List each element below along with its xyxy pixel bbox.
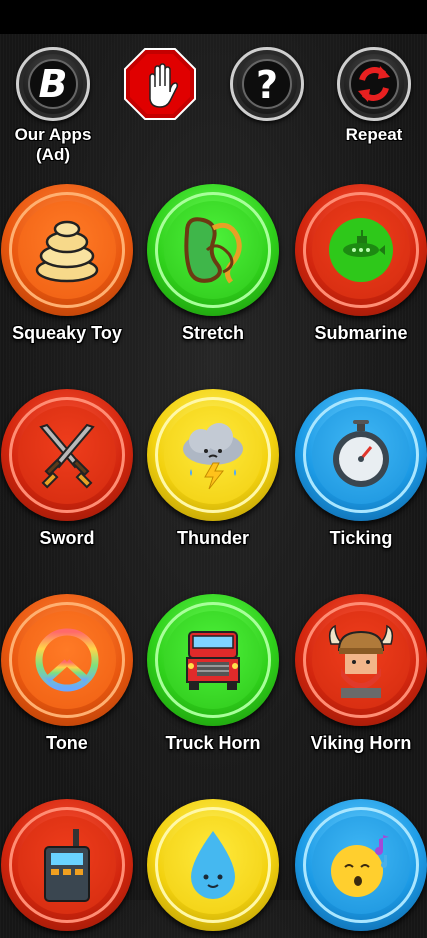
viking-horn-icon — [328, 624, 394, 698]
our-apps-button[interactable]: B — [16, 47, 90, 121]
sound-label: Ticking — [329, 528, 393, 548]
sound-label: Viking Horn — [310, 733, 412, 753]
sound-item-water-drop[interactable] — [143, 799, 283, 938]
sword-button[interactable] — [1, 389, 133, 521]
viking-horn-button[interactable] — [295, 594, 427, 726]
repeat-icon — [349, 59, 399, 109]
sound-item-viking-horn[interactable]: Viking Horn — [291, 594, 427, 754]
whistle-button[interactable] — [295, 799, 427, 931]
top-toolbar: B Our Apps (Ad) ? Repeat — [0, 34, 427, 184]
ticking-button[interactable] — [295, 389, 427, 521]
stop-hand-icon — [124, 48, 196, 120]
ticking-icon — [333, 420, 389, 487]
repeat-label: Repeat — [345, 125, 403, 144]
tone-icon — [35, 628, 99, 692]
sound-item-submarine[interactable]: Submarine — [291, 184, 427, 344]
stretch-icon — [184, 217, 242, 284]
sound-label: Tone — [46, 733, 88, 753]
sound-label: Submarine — [314, 323, 408, 343]
submarine-button[interactable] — [295, 184, 427, 316]
status-bar — [0, 0, 427, 34]
help-item[interactable]: ? — [217, 47, 317, 121]
repeat-button[interactable] — [337, 47, 411, 121]
sound-label: Thunder — [177, 528, 249, 548]
stop-button[interactable] — [123, 47, 197, 121]
water-drop-icon — [191, 831, 235, 899]
walkie-talkie-button[interactable] — [1, 799, 133, 931]
our-apps-label: Our Apps (Ad) — [14, 125, 92, 164]
sound-item-walkie-talkie[interactable] — [0, 799, 137, 938]
sound-item-ticking[interactable]: Ticking — [291, 389, 427, 549]
sound-item-tone[interactable]: Tone — [0, 594, 137, 754]
sound-item-whistle[interactable] — [291, 799, 427, 938]
sound-item-thunder[interactable]: Thunder — [143, 389, 283, 549]
water-drop-button[interactable] — [147, 799, 279, 931]
svg-text:B: B — [39, 62, 68, 106]
submarine-icon — [329, 218, 393, 282]
stretch-button[interactable] — [147, 184, 279, 316]
whistle-icon — [331, 835, 389, 897]
sound-label: Sword — [39, 528, 95, 548]
sword-icon — [39, 423, 95, 489]
thunder-button[interactable] — [147, 389, 279, 521]
squeaky-toy-button[interactable] — [1, 184, 133, 316]
svg-text:?: ? — [256, 63, 278, 107]
walkie-talkie-icon — [44, 829, 90, 902]
stop-item[interactable] — [110, 47, 210, 121]
repeat-item[interactable]: Repeat — [324, 47, 424, 145]
sound-label: Squeaky Toy — [12, 323, 122, 343]
our-apps-item[interactable]: B Our Apps (Ad) — [3, 47, 103, 165]
sound-item-truck-horn[interactable]: Truck Horn — [143, 594, 283, 754]
truck-horn-button[interactable] — [147, 594, 279, 726]
b-logo-icon: B — [28, 59, 78, 109]
sound-item-stretch[interactable]: Stretch — [143, 184, 283, 344]
sound-item-squeaky-toy[interactable]: Squeaky Toy — [0, 184, 137, 344]
sound-label: Truck Horn — [165, 733, 261, 753]
tone-button[interactable] — [1, 594, 133, 726]
thunder-icon — [183, 423, 243, 490]
squeaky-toy-icon — [35, 220, 99, 283]
sound-label: Stretch — [181, 323, 244, 343]
truck-horn-icon — [186, 631, 240, 690]
sound-item-sword[interactable]: Sword — [0, 389, 137, 549]
question-icon: ? — [242, 59, 292, 109]
help-button[interactable]: ? — [230, 47, 304, 121]
